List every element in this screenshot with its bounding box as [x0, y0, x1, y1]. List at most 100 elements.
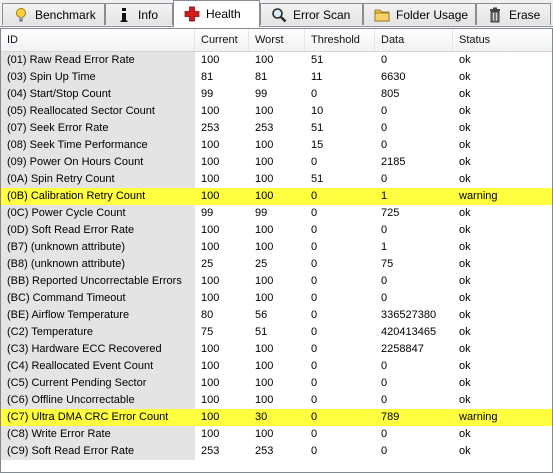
info-icon: [120, 7, 128, 22]
cell-worst: 100: [255, 377, 274, 389]
cell-id: (03) Spin Up Time: [1, 69, 195, 86]
table-row[interactable]: (C2) Temperature 75 51 0 420413465 ok: [1, 324, 552, 341]
table-row[interactable]: (C6) Offline Uncorrectable 100 100 0 0 ok: [1, 392, 552, 409]
cell-data: 0: [381, 377, 388, 389]
table-row[interactable]: (0D) Soft Read Error Rate 100 100 0 0 ok: [1, 222, 552, 239]
cell-status: ok: [459, 241, 471, 253]
cell-id: (B8) (unknown attribute): [1, 256, 195, 273]
table-row[interactable]: (03) Spin Up Time 81 81 11 6630 ok: [1, 69, 552, 86]
table-row[interactable]: (B7) (unknown attribute) 100 100 0 1 ok: [1, 239, 552, 256]
table-row[interactable]: (01) Raw Read Error Rate 100 100 51 0 ok: [1, 52, 552, 69]
table-row[interactable]: (C4) Reallocated Event Count 100 100 0 0 ok: [1, 358, 552, 375]
cell-worst: 100: [255, 190, 274, 202]
column-header-status[interactable]: Status: [453, 29, 552, 51]
cell-threshold: 0: [311, 224, 318, 236]
cell-current: 100: [201, 360, 220, 372]
cell-data: 0: [381, 445, 388, 457]
cell-data: 75: [381, 258, 394, 270]
cell-current: 100: [201, 428, 220, 440]
table-row[interactable]: (0B) Calibration Retry Count 100 100 0 1 warn…: [1, 188, 552, 205]
cell-threshold: 0: [311, 445, 318, 457]
cell-current: 100: [201, 343, 220, 355]
cell-id: (C9) Soft Read Error Rate: [1, 443, 195, 460]
column-header-worst[interactable]: Worst: [249, 29, 305, 51]
cell-status: warning: [459, 190, 498, 202]
cell-id: (C4) Reallocated Event Count: [1, 358, 195, 375]
table-row[interactable]: (B8) (unknown attribute) 25 25 0 75 ok: [1, 256, 552, 273]
cell-status: warning: [459, 411, 498, 423]
table-row[interactable]: (04) Start/Stop Count 99 99 0 805 ok: [1, 86, 552, 103]
cell-data: 805: [381, 88, 400, 100]
cell-worst: 100: [255, 241, 274, 253]
table-row[interactable]: (BB) Reported Uncorrectable Errors 100 100…: [1, 273, 552, 290]
tab-info[interactable]: Info: [105, 3, 173, 25]
cell-worst: 100: [255, 292, 274, 304]
table-row[interactable]: (08) Seek Time Performance 100 100 15 0 ok: [1, 137, 552, 154]
cell-threshold: 51: [311, 54, 324, 66]
table-row[interactable]: (0A) Spin Retry Count 100 100 51 0 ok: [1, 171, 552, 188]
table-row[interactable]: (C9) Soft Read Error Rate 253 253 0 0 ok: [1, 443, 552, 460]
tab-benchmark[interactable]: Benchmark: [2, 3, 105, 25]
column-header-id[interactable]: ID: [1, 29, 195, 51]
table-row[interactable]: (C5) Current Pending Sector 100 100 0 0 ok: [1, 375, 552, 392]
table-row[interactable]: (BC) Command Timeout 100 100 0 0 ok: [1, 290, 552, 307]
cell-current: 99: [201, 88, 214, 100]
cell-threshold: 0: [311, 411, 318, 423]
cell-current: 100: [201, 241, 220, 253]
table-row[interactable]: (C8) Write Error Rate 100 100 0 0 ok: [1, 426, 552, 443]
cell-status: ok: [459, 343, 471, 355]
cell-worst: 100: [255, 224, 274, 236]
table-row[interactable]: (BE) Airflow Temperature 80 56 0 336527380 ok: [1, 307, 552, 324]
cell-current: 100: [201, 292, 220, 304]
column-header-threshold[interactable]: Threshold: [305, 29, 375, 51]
cell-data: 0: [381, 54, 388, 66]
table-row[interactable]: (09) Power On Hours Count 100 100 0 2185 ok: [1, 154, 552, 171]
cell-threshold: 51: [311, 122, 324, 134]
cell-id: (BB) Reported Uncorrectable Errors: [1, 273, 195, 290]
cell-status: ok: [459, 326, 471, 338]
cell-status: ok: [459, 173, 471, 185]
table-row[interactable]: (C7) Ultra DMA CRC Error Count 100 30 0 789 w…: [1, 409, 552, 426]
cell-threshold: 0: [311, 326, 318, 338]
cell-id: (08) Seek Time Performance: [1, 137, 195, 154]
trash-icon: [490, 7, 500, 22]
table-row[interactable]: (0C) Power Cycle Count 99 99 0 725 ok: [1, 205, 552, 222]
folder-icon: [374, 9, 390, 21]
tab-error-scan[interactable]: Error Scan: [260, 3, 363, 25]
tab-label: Error Scan: [293, 7, 351, 22]
cell-worst: 100: [255, 428, 274, 440]
column-header-current[interactable]: Current: [195, 29, 249, 51]
table-row[interactable]: (05) Reallocated Sector Count 100 100 10 0 ok: [1, 103, 552, 120]
cell-threshold: 0: [311, 275, 318, 287]
cell-threshold: 0: [311, 377, 318, 389]
lightbulb-icon: [16, 7, 26, 21]
cell-data: 0: [381, 224, 388, 236]
cell-id: (BE) Airflow Temperature: [1, 307, 195, 324]
cell-id: (C6) Offline Uncorrectable: [1, 392, 195, 409]
cell-status: ok: [459, 224, 471, 236]
cell-id: (09) Power On Hours Count: [1, 154, 195, 171]
cell-current: 100: [201, 275, 220, 287]
table-row[interactable]: (C3) Hardware ECC Recovered 100 100 0 225884…: [1, 341, 552, 358]
cell-data: 0: [381, 428, 388, 440]
cell-threshold: 0: [311, 360, 318, 372]
cell-status: ok: [459, 394, 471, 406]
cell-worst: 100: [255, 54, 274, 66]
cell-threshold: 0: [311, 207, 318, 219]
smart-attributes-table[interactable]: ID Current Worst Threshold Data Status (…: [0, 28, 553, 473]
cell-id: (0B) Calibration Retry Count: [1, 188, 195, 205]
cell-threshold: 10: [311, 105, 324, 117]
cell-worst: 253: [255, 122, 274, 134]
cell-worst: 100: [255, 394, 274, 406]
table-row[interactable]: (07) Seek Error Rate 253 253 51 0 ok: [1, 120, 552, 137]
cell-data: 0: [381, 105, 388, 117]
tab-label: Folder Usage: [396, 7, 469, 22]
tab-health[interactable]: Health: [173, 0, 260, 27]
cell-threshold: 0: [311, 156, 318, 168]
tab-bar: Benchmark Info Health Error Scan Folder …: [0, 0, 553, 27]
tab-erase[interactable]: Erase: [476, 3, 551, 25]
column-header-data[interactable]: Data: [375, 29, 453, 51]
cell-current: 80: [201, 309, 214, 321]
cell-current: 253: [201, 122, 220, 134]
tab-folder-usage[interactable]: Folder Usage: [363, 3, 476, 25]
